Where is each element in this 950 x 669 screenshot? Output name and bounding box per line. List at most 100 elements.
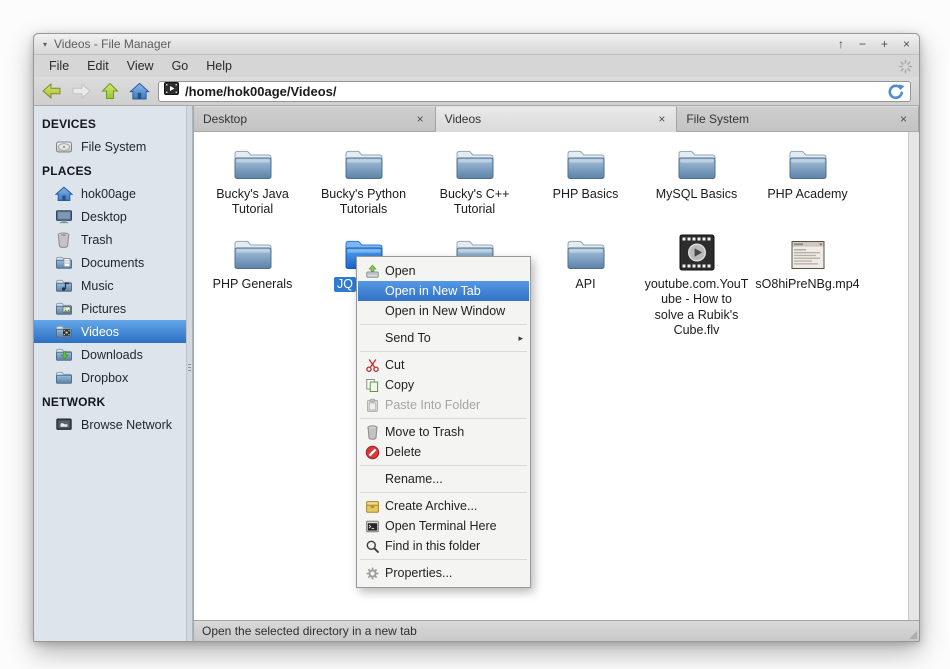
submenu-arrow-icon: ▸ xyxy=(518,332,523,343)
menu-item-open-in-new-window[interactable]: Open in New Window xyxy=(358,301,529,321)
sidebar-item-dropbox[interactable]: Dropbox xyxy=(34,366,186,389)
file-item-so8hiprenbg-mp4[interactable]: sO8hiPreNBg.mp4 xyxy=(752,231,863,338)
tab-desktop[interactable]: Desktop × xyxy=(194,106,436,132)
menu-item-find-in-this-folder[interactable]: Find in this folder xyxy=(358,536,529,556)
file-item-php-basics[interactable]: PHP Basics xyxy=(530,141,641,218)
menu-icon-slot xyxy=(362,283,382,299)
file-item-php-generals[interactable]: PHP Generals xyxy=(197,231,308,338)
window-controls: ↑ − + × xyxy=(838,38,910,50)
tab-close-icon[interactable]: × xyxy=(656,112,667,126)
menu-item-label: Open in New Window xyxy=(385,304,506,318)
sidebar-item-documents[interactable]: Documents xyxy=(34,251,186,274)
file-label: PHP Academy xyxy=(767,187,848,201)
file-view[interactable]: Bucky's Java Tutorial Bucky's Python Tuto… xyxy=(194,132,919,620)
sidebar-item-music[interactable]: Music xyxy=(34,274,186,297)
file-item-php-academy[interactable]: PHP Academy xyxy=(752,141,863,218)
file-item-bucky-s-python[interactable]: Bucky's Python Tutorials xyxy=(308,141,419,218)
paste-icon xyxy=(365,398,380,413)
window-menu-icon[interactable]: ▾ xyxy=(43,40,47,49)
menu-icon-slot xyxy=(362,444,382,460)
desktop-icon xyxy=(54,209,73,224)
tab-close-icon[interactable]: × xyxy=(898,112,909,126)
file-label: API xyxy=(575,277,596,291)
menubar-item-edit[interactable]: Edit xyxy=(78,57,118,75)
menu-icon-slot xyxy=(362,498,382,514)
menu-item-open-terminal-here[interactable]: Open Terminal Here xyxy=(358,516,529,536)
folder-large-icon xyxy=(674,141,720,184)
forward-button[interactable] xyxy=(68,80,94,103)
up-button[interactable] xyxy=(97,80,123,103)
sidebar-item-videos[interactable]: Videos xyxy=(34,320,186,343)
menu-item-label: Move to Trash xyxy=(385,425,465,439)
file-item-bucky-s-java[interactable]: Bucky's Java Tutorial xyxy=(197,141,308,218)
file-item-mysql-basics[interactable]: MySQL Basics xyxy=(641,141,752,218)
menu-item-label: Open xyxy=(385,264,416,278)
maximize-button[interactable]: + xyxy=(881,38,888,50)
video-location-icon xyxy=(164,82,179,100)
menubar: File Edit View Go Help xyxy=(34,55,919,77)
menu-item-label: Copy xyxy=(385,378,415,392)
sidebar-item-label: Dropbox xyxy=(81,370,129,385)
folder-large-icon xyxy=(341,141,387,184)
tab-close-icon[interactable]: × xyxy=(415,112,426,126)
sidebar-item-pictures[interactable]: Pictures xyxy=(34,297,186,320)
documents-folder-icon xyxy=(54,255,73,270)
file-item-api[interactable]: API xyxy=(530,231,641,338)
menu-icon-slot xyxy=(362,518,382,534)
menu-item-create-archive[interactable]: Create Archive... xyxy=(358,496,529,516)
file-item-youtube-com-yout[interactable]: youtube.com.YouT ube - How to solve a Ru… xyxy=(641,231,752,338)
menubar-item-view[interactable]: View xyxy=(118,57,163,75)
pane-splitter[interactable] xyxy=(186,106,193,641)
menu-item-label: Cut xyxy=(385,358,405,372)
menu-item-label: Send To xyxy=(385,331,431,345)
vertical-scrollbar[interactable] xyxy=(908,132,919,620)
menubar-item-go[interactable]: Go xyxy=(163,57,198,75)
reload-button[interactable] xyxy=(885,83,905,100)
close-button[interactable]: × xyxy=(903,38,910,50)
sidebar-item-desktop[interactable]: Desktop xyxy=(34,205,186,228)
menu-item-send-to[interactable]: Send To ▸ xyxy=(358,328,529,348)
toolbar: /home/hok00age/Videos/ xyxy=(34,77,919,106)
file-label: PHP Basics xyxy=(552,187,619,201)
sidebar-item-downloads[interactable]: Downloads xyxy=(34,343,186,366)
menu-item-open[interactable]: Open xyxy=(358,261,529,281)
file-item-bucky-s-c[interactable]: Bucky's C++ Tutorial xyxy=(419,141,530,218)
menu-item-rename[interactable]: Rename... xyxy=(358,469,529,489)
tab-file-system[interactable]: File System × xyxy=(677,106,920,132)
home-button[interactable] xyxy=(126,80,152,103)
menu-item-cut[interactable]: Cut xyxy=(358,355,529,375)
archive-icon xyxy=(365,499,380,514)
menu-icon-slot xyxy=(362,377,382,393)
minimize-button[interactable]: − xyxy=(859,38,866,50)
menubar-item-file[interactable]: File xyxy=(40,57,78,75)
sidebar-item-browse-network[interactable]: Browse Network xyxy=(34,413,186,436)
sidebar-item-label: Pictures xyxy=(81,301,127,316)
sidebar-item-trash[interactable]: Trash xyxy=(34,228,186,251)
menu-item-open-in-new-tab[interactable]: Open in New Tab xyxy=(358,281,529,301)
menu-item-properties[interactable]: Properties... xyxy=(358,563,529,583)
path-bar[interactable]: /home/hok00age/Videos/ xyxy=(158,80,911,102)
delete-icon xyxy=(365,445,380,460)
film-video-icon xyxy=(674,231,720,274)
roll-up-button[interactable]: ↑ xyxy=(838,38,844,50)
menu-item-delete[interactable]: Delete xyxy=(358,442,529,462)
sidebar-item-label: Desktop xyxy=(81,209,127,224)
properties-icon xyxy=(365,566,380,581)
back-button[interactable] xyxy=(39,80,65,103)
menu-separator xyxy=(360,324,527,325)
menu-item-copy[interactable]: Copy xyxy=(358,375,529,395)
sidebar-item-file-system[interactable]: File System xyxy=(34,135,186,158)
file-manager-window: ▾ Videos - File Manager ↑ − + × File Edit Vie… xyxy=(33,33,920,642)
tab-label: Videos xyxy=(444,112,482,126)
menu-icon-slot xyxy=(362,303,382,319)
tab-videos[interactable]: Videos × xyxy=(435,106,678,132)
sidebar-item-hok00age[interactable]: hok00age xyxy=(34,182,186,205)
menubar-item-help[interactable]: Help xyxy=(197,57,241,75)
window-content: DEVICES File System PLACES hok00age Desktop T… xyxy=(34,106,920,641)
resize-grip[interactable] xyxy=(909,631,917,639)
menu-item-move-to-trash[interactable]: Move to Trash xyxy=(358,422,529,442)
titlebar[interactable]: ▾ Videos - File Manager ↑ − + × xyxy=(34,34,919,55)
sidebar-item-label: Browse Network xyxy=(81,417,172,432)
splitter-grip-icon[interactable] xyxy=(187,361,192,373)
copy-icon xyxy=(365,378,380,393)
